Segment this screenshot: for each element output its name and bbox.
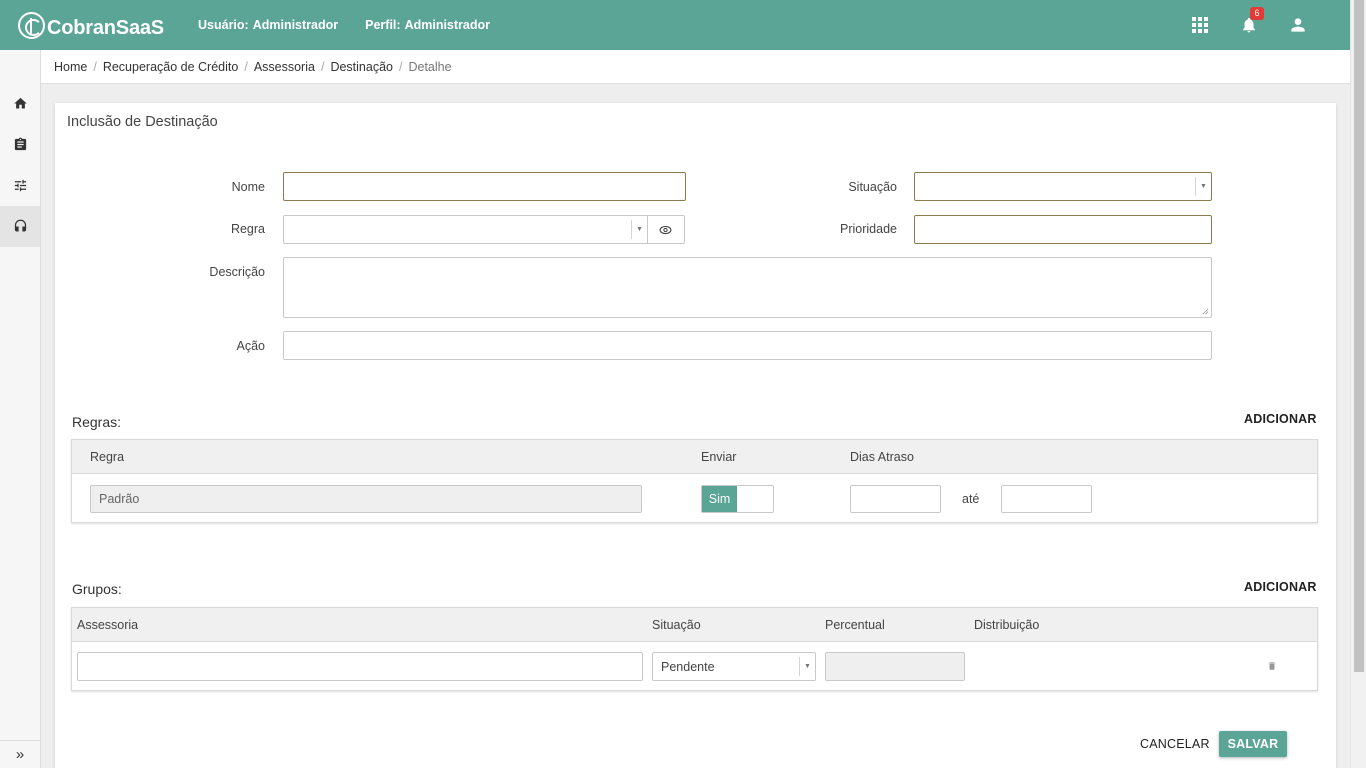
save-button[interactable]: SALVAR (1219, 731, 1287, 757)
side-rail: » (0, 50, 41, 768)
page-title: Inclusão de Destinação (67, 114, 218, 130)
column-header-percentual: Percentual (825, 618, 885, 632)
breadcrumb-separator: / (398, 59, 403, 74)
chevron-down-icon: ▼ (1195, 177, 1211, 196)
breadcrumb-recuperacao[interactable]: Recuperação de Crédito (103, 60, 239, 74)
column-header-dias-atraso: Dias Atraso (850, 450, 914, 464)
add-group-button[interactable]: ADICIONAR (1244, 580, 1317, 594)
brand-name: CobranSaaS (47, 16, 164, 39)
acao-input[interactable] (283, 331, 1212, 360)
notifications-button[interactable]: 6 (1224, 0, 1273, 50)
descricao-textarea[interactable] (283, 257, 1212, 318)
regras-section-title: Regras: (72, 414, 122, 430)
view-rule-button[interactable] (647, 215, 685, 244)
apps-grid-icon (1191, 17, 1208, 33)
sidebar-item-assessoria[interactable] (0, 206, 40, 247)
sidebar-item-settings[interactable] (0, 165, 40, 206)
regras-table: Regra Enviar Dias Atraso Padrão Sim até (71, 439, 1318, 523)
column-header-situacao: Situação (652, 618, 701, 632)
add-rule-button[interactable]: ADICIONAR (1244, 412, 1317, 426)
descricao-label: Descrição (209, 265, 265, 279)
profile-value: Administrador (404, 18, 491, 32)
user-icon (1290, 18, 1305, 32)
trash-icon (1269, 662, 1275, 670)
eye-icon (659, 225, 672, 234)
assessoria-row-input[interactable] (77, 652, 643, 681)
column-header-assessoria: Assessoria (77, 618, 139, 632)
destination-form-card: Inclusão de Destinação Nome Situação ▼ R… (55, 103, 1336, 768)
grupos-table-header: Assessoria Situação Percentual Distribui… (72, 608, 1317, 642)
resize-handle-icon[interactable] (1202, 308, 1209, 315)
percentual-row-input[interactable] (825, 652, 965, 681)
breadcrumb-home[interactable]: Home (54, 60, 87, 74)
delete-row-button[interactable] (1267, 660, 1279, 674)
toggle-on-label: Sim (702, 486, 737, 512)
regra-select[interactable]: ▼ (283, 215, 648, 244)
brand-logo[interactable]: CobranSaaS (18, 10, 164, 40)
scrollbar-thumb[interactable] (1354, 0, 1364, 672)
regra-row-input[interactable]: Padrão (90, 485, 642, 513)
regra-label: Regra (230, 222, 265, 236)
dias-atraso-to-input[interactable] (1001, 485, 1092, 513)
headset-icon (14, 219, 26, 232)
notification-badge: 6 (1250, 7, 1264, 20)
column-header-regra: Regra (90, 450, 125, 464)
home-icon (13, 97, 27, 109)
user-label: Usuário: (198, 18, 249, 32)
breadcrumb-separator: / (93, 59, 97, 74)
apps-button[interactable] (1175, 0, 1224, 50)
regra-row-value: Padrão (99, 492, 140, 506)
situacao-label: Situação (848, 180, 897, 194)
profile-label: Perfil: (365, 18, 401, 32)
breadcrumb-destinacao[interactable]: Destinação (330, 60, 393, 74)
breadcrumb-separator: / (244, 59, 248, 74)
user-menu-button[interactable] (1273, 0, 1322, 50)
regras-table-header: Regra Enviar Dias Atraso (72, 440, 1317, 474)
clipboard-icon (14, 137, 26, 151)
cancel-button[interactable]: CANCELAR (1140, 737, 1210, 751)
breadcrumb-assessoria[interactable]: Assessoria (254, 60, 315, 74)
column-header-distribuicao: Distribuição (974, 618, 1040, 632)
column-header-enviar: Enviar (701, 450, 737, 464)
situacao-select[interactable]: ▼ (914, 172, 1212, 201)
prioridade-label: Prioridade (840, 222, 897, 236)
chevron-down-icon: ▼ (799, 657, 815, 676)
prioridade-input[interactable] (914, 215, 1212, 244)
grupos-section-title: Grupos: (72, 581, 122, 597)
top-actions: 6 (1175, 0, 1322, 50)
grupos-table: Assessoria Situação Percentual Distribui… (71, 607, 1318, 691)
sliders-icon (14, 179, 26, 192)
breadcrumb-separator: / (320, 59, 325, 74)
enviar-toggle[interactable]: Sim (701, 485, 774, 513)
ate-label: até (962, 492, 980, 506)
profile-field: Perfil: Administrador (365, 18, 490, 32)
sidebar-item-home[interactable] (0, 83, 40, 124)
situacao-row-value: Pendente (661, 659, 715, 674)
user-value: Administrador (252, 18, 339, 32)
nome-label: Nome (231, 180, 265, 194)
sidebar-expand-button[interactable]: » (0, 740, 40, 768)
dias-atraso-from-input[interactable] (850, 485, 941, 513)
top-bar: CobranSaaS Usuário: Administrador Perfil:… (0, 0, 1350, 50)
sidebar-item-clipboard[interactable] (0, 124, 40, 165)
chevron-down-icon: ▼ (631, 220, 647, 239)
acao-label: Ação (236, 339, 266, 353)
nome-input[interactable] (283, 172, 686, 201)
user-field: Usuário: Administrador (198, 18, 338, 32)
page-scrollbar[interactable] (1350, 0, 1366, 768)
situacao-row-select[interactable]: Pendente ▼ (652, 652, 816, 681)
user-info: Usuário: Administrador Perfil: Administrad… (198, 18, 490, 32)
breadcrumb-current: Detalhe (408, 59, 452, 74)
breadcrumb: Home / Recuperação de Crédito / Assessor… (41, 50, 1350, 84)
logo-icon (18, 11, 45, 39)
